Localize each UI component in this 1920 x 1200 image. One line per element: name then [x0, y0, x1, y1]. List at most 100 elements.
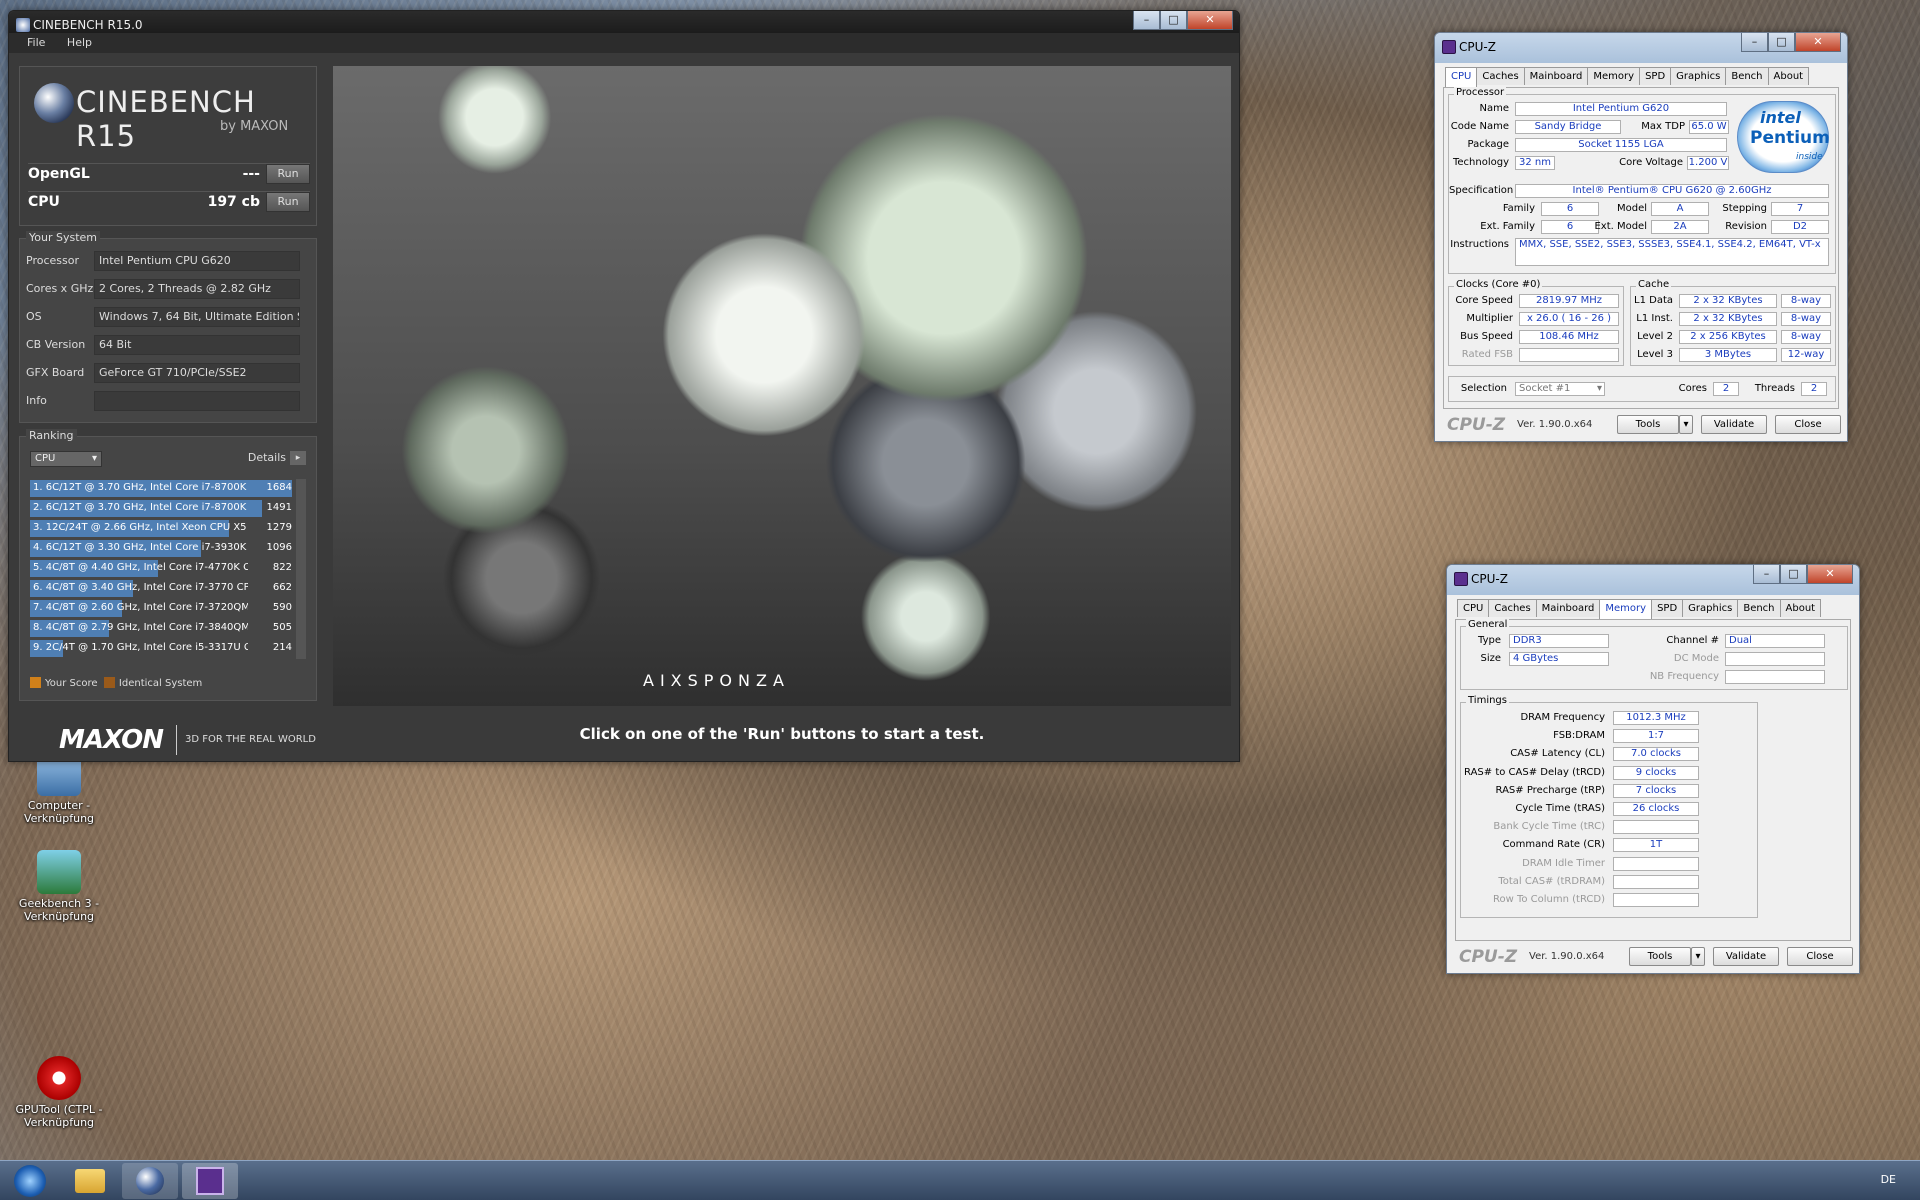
tab-caches[interactable]: Caches: [1488, 599, 1537, 617]
folder-icon: [75, 1169, 105, 1193]
core-voltage-label: Core Voltage: [1619, 157, 1683, 168]
ranking-list[interactable]: 1. 6C/12T @ 3.70 GHz, Intel Core i7-8700…: [30, 479, 306, 659]
timings-group-title: Timings: [1466, 695, 1509, 706]
tab-memory[interactable]: Memory: [1599, 599, 1653, 619]
ranking-details-label: Details: [247, 451, 286, 464]
aixsponza-logo: AIXSPONZA: [643, 671, 790, 690]
tab-mainboard[interactable]: Mainboard: [1523, 67, 1589, 85]
tab-mainboard[interactable]: Mainboard: [1535, 599, 1601, 617]
bus-speed-field: 108.46 MHz: [1519, 330, 1619, 344]
ranking-name: 6. 4C/8T @ 3.40 GHz, Intel Core i7-3770 …: [33, 582, 248, 593]
tab-spd[interactable]: SPD: [1639, 67, 1672, 85]
model-field: A: [1651, 202, 1709, 216]
ranking-score: 1491: [266, 502, 292, 513]
ranking-details-button[interactable]: Details ▸: [248, 451, 306, 465]
tab-bench[interactable]: Bench: [1725, 67, 1769, 85]
maximize-button[interactable]: □: [1160, 11, 1187, 30]
ranking-item[interactable]: 2. 6C/12T @ 3.70 GHz, Intel Core i7-8700…: [30, 499, 292, 518]
ranking-item[interactable]: 4. 6C/12T @ 3.30 GHz, Intel Core i7-3930…: [30, 539, 292, 558]
close-app-button[interactable]: Close: [1787, 947, 1853, 966]
tab-cpu[interactable]: CPU: [1457, 599, 1490, 617]
cpuz-app-icon: [1454, 572, 1468, 586]
cpuz-version: Ver. 1.90.0.x64: [1517, 419, 1593, 430]
desktop-icon-computer[interactable]: Computer - Verknüpfung: [14, 752, 104, 825]
ranking-item[interactable]: 1. 6C/12T @ 3.70 GHz, Intel Core i7-8700…: [30, 479, 292, 498]
tab-about[interactable]: About: [1767, 67, 1810, 85]
maximize-button[interactable]: □: [1780, 565, 1807, 584]
validate-button[interactable]: Validate: [1713, 947, 1779, 966]
instructions-field: MMX, SSE, SSE2, SSE3, SSSE3, SSE4.1, SSE…: [1515, 238, 1829, 266]
l2-label: Level 2: [1637, 331, 1673, 342]
validate-button[interactable]: Validate: [1701, 415, 1767, 434]
close-button[interactable]: ✕: [1807, 565, 1853, 584]
selection-dropdown[interactable]: Socket #1 ▾: [1515, 382, 1605, 396]
tab-graphics[interactable]: Graphics: [1682, 599, 1739, 617]
tab-memory[interactable]: Memory: [1587, 67, 1641, 85]
window-title: CPU-Z: [1459, 40, 1496, 54]
desktop-icon-gputool[interactable]: GPUTool (CTPL - Verknüpfung: [14, 1056, 104, 1129]
l2-field: 2 x 256 KBytes: [1679, 330, 1777, 344]
ranking-item[interactable]: 8. 4C/8T @ 2.79 GHz, Intel Core i7-3840Q…: [30, 619, 292, 638]
threads-field: 2: [1801, 382, 1827, 396]
run-cpu-button[interactable]: Run: [266, 192, 310, 212]
menu-file[interactable]: File: [27, 36, 45, 49]
cpuz-brand: CPU-Z: [1459, 947, 1518, 967]
ranking-item[interactable]: 5. 4C/8T @ 4.40 GHz, Intel Core i7-4770K…: [30, 559, 292, 578]
cpuz-tabs: CPU Caches Mainboard Memory SPD Graphics Bench…: [1445, 67, 1810, 87]
close-button[interactable]: ✕: [1795, 33, 1841, 52]
timing-label: FSB:DRAM: [1553, 730, 1605, 742]
ext-model-label: Ext. Model: [1594, 221, 1647, 232]
language-indicator[interactable]: DE: [1881, 1173, 1896, 1186]
your-system-title: Your System: [26, 231, 100, 244]
minimize-button[interactable]: –: [1753, 565, 1780, 584]
tab-spd[interactable]: SPD: [1651, 599, 1684, 617]
tab-cpu[interactable]: CPU: [1445, 67, 1478, 87]
ranking-item[interactable]: 9. 2C/4T @ 1.70 GHz, Intel Core i5-3317U…: [30, 639, 292, 658]
tools-button[interactable]: Tools: [1629, 947, 1691, 966]
score-label: OpenGL: [28, 166, 90, 182]
timing-value: 7.0 clocks: [1613, 747, 1699, 762]
cpuz-footer: CPU-Z Ver. 1.90.0.x64 Tools ▾ Validate C…: [1455, 945, 1853, 969]
cache-group: Cache L1 Data 2 x 32 KBytes 8-way L1 Ins…: [1630, 279, 1836, 366]
cpuz-memory-window: CPU-Z – □ ✕ CPU Caches Mainboard Memory SPD G…: [1446, 564, 1860, 974]
ranking-score: 662: [272, 582, 292, 593]
ranking-select[interactable]: CPU ▾: [30, 451, 102, 467]
ranking-item[interactable]: 7. 4C/8T @ 2.60 GHz, Intel Core i7-3720Q…: [30, 599, 292, 618]
taskbar-cinebench[interactable]: [122, 1163, 178, 1199]
desktop-icon-geekbench[interactable]: Geekbench 3 - Verknüpfung: [14, 850, 104, 923]
system-value: Intel Pentium CPU G620: [94, 251, 300, 271]
start-button[interactable]: [2, 1163, 58, 1199]
score-value: 197 cb: [207, 194, 260, 210]
ranking-scrollbar[interactable]: [296, 479, 306, 659]
timing-value: [1613, 893, 1699, 907]
chevron-down-icon: ▾: [1683, 419, 1689, 430]
ranking-item[interactable]: 3. 12C/24T @ 2.66 GHz, Intel Xeon CPU X5…: [30, 519, 292, 538]
tab-caches[interactable]: Caches: [1476, 67, 1525, 85]
nb-frequency-label: NB Frequency: [1649, 671, 1719, 682]
tab-about[interactable]: About: [1779, 599, 1822, 617]
tab-bench[interactable]: Bench: [1737, 599, 1781, 617]
taskbar-explorer[interactable]: [62, 1163, 118, 1199]
desktop-icon-label: Geekbench 3 - Verknüpfung: [18, 897, 100, 923]
close-app-button[interactable]: Close: [1775, 415, 1841, 434]
cinebench-titlebar[interactable]: [9, 11, 1239, 33]
run-opengl-button[interactable]: Run: [266, 164, 310, 184]
ranking-name: 8. 4C/8T @ 2.79 GHz, Intel Core i7-3840Q…: [33, 622, 248, 633]
tab-graphics[interactable]: Graphics: [1670, 67, 1727, 85]
channel-label: Channel #: [1666, 635, 1719, 646]
close-button[interactable]: ✕: [1187, 11, 1233, 30]
maximize-button[interactable]: □: [1768, 33, 1795, 52]
general-group: General Type DDR3 Size 4 GBytes Channel …: [1460, 619, 1848, 690]
ranking-item[interactable]: 6. 4C/8T @ 3.40 GHz, Intel Core i7-3770 …: [30, 579, 292, 598]
taskbar-cpuz[interactable]: [182, 1163, 238, 1199]
minimize-button[interactable]: –: [1133, 11, 1160, 30]
menu-help[interactable]: Help: [67, 36, 92, 49]
tools-dropdown-button[interactable]: ▾: [1691, 947, 1705, 966]
cpuz-tabs: CPU Caches Mainboard Memory SPD Graphics Bench…: [1457, 599, 1822, 619]
tools-button[interactable]: Tools: [1617, 415, 1679, 434]
ranking-name: 3. 12C/24T @ 2.66 GHz, Intel Xeon CPU X5: [33, 522, 247, 533]
tools-dropdown-button[interactable]: ▾: [1679, 415, 1693, 434]
maxon-wordmark: MAXON: [59, 725, 164, 755]
minimize-button[interactable]: –: [1741, 33, 1768, 52]
multiplier-field: x 26.0 ( 16 - 26 ): [1519, 312, 1619, 326]
